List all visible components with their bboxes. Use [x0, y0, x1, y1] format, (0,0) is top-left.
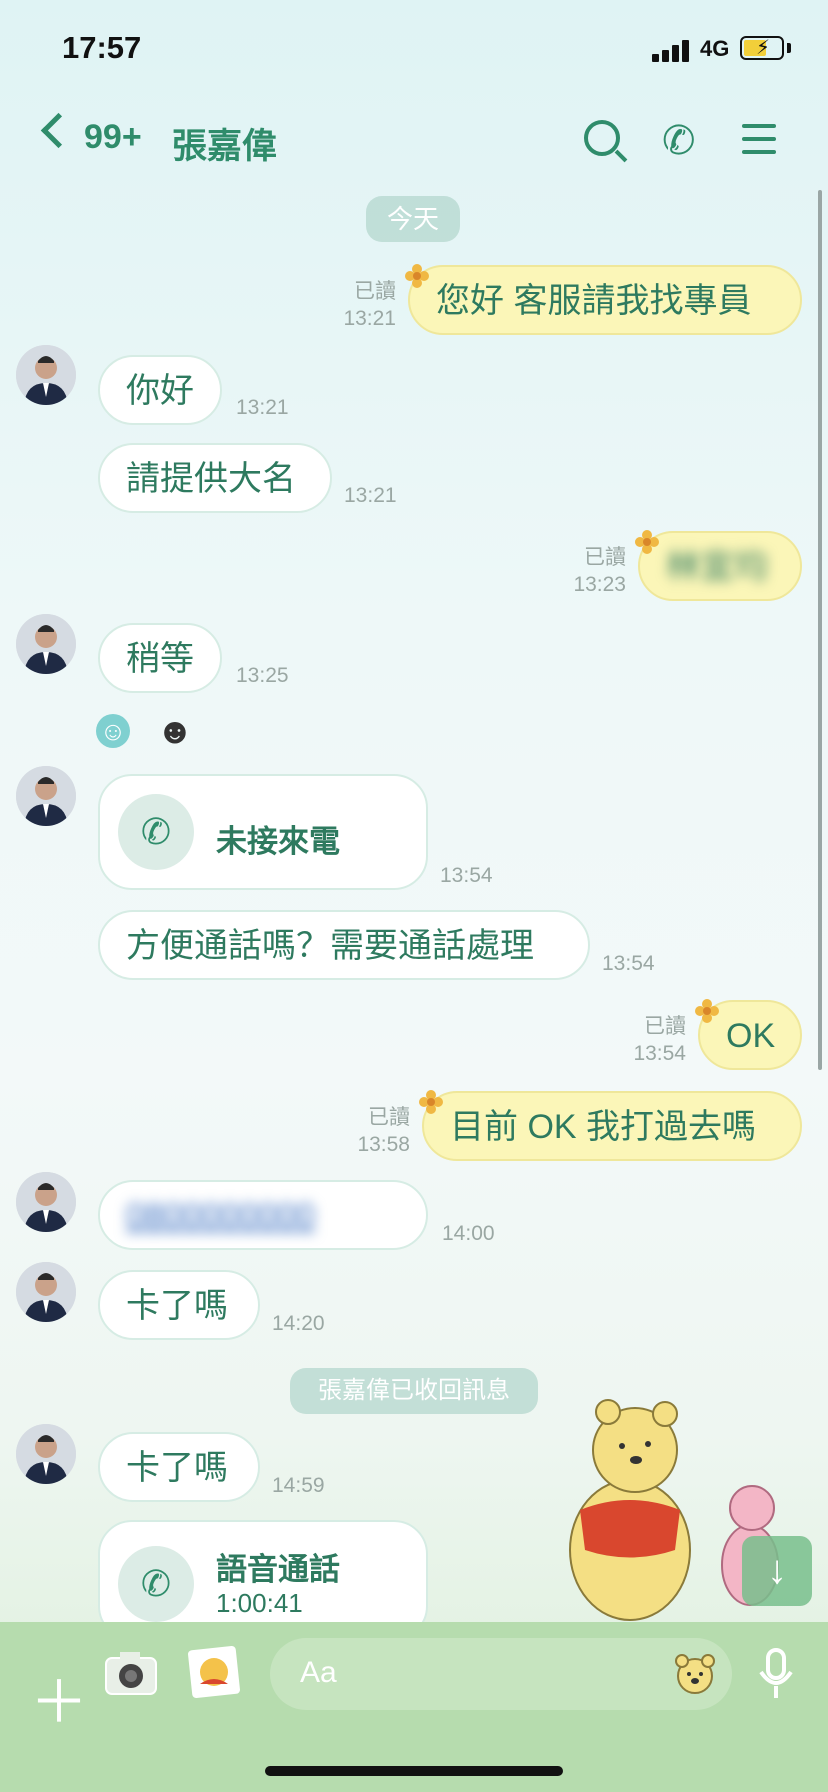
- date-divider: 今天: [366, 196, 460, 242]
- incoming-message-bubble[interactable]: 方便通話嗎？需要通話處理: [98, 910, 590, 980]
- read-receipt-block: 已讀 13:23: [560, 544, 626, 598]
- message-time: 14:00: [442, 1222, 495, 1245]
- message-time: 14:59: [272, 1474, 325, 1497]
- scrollbar[interactable]: [818, 190, 822, 1070]
- message-time: 13:21: [343, 307, 396, 330]
- reaction-sticker-icon[interactable]: ☻: [156, 710, 194, 752]
- message-time: 13:54: [633, 1042, 686, 1065]
- sticker-icon[interactable]: [672, 1652, 718, 1696]
- photo-gallery-icon[interactable]: [186, 1644, 242, 1700]
- incoming-message-bubble[interactable]: 卡了嗎: [98, 1270, 260, 1340]
- read-receipt-block: 已讀 13:54: [620, 1013, 686, 1067]
- read-label: 已讀: [644, 1015, 686, 1038]
- outgoing-message-bubble[interactable]: 您好 客服請我找專員: [408, 265, 802, 335]
- phone-call-icon[interactable]: ✆: [662, 118, 696, 164]
- unread-count[interactable]: 99+: [84, 118, 142, 157]
- flower-sticker-icon: [695, 999, 719, 1023]
- search-icon[interactable]: [584, 120, 620, 156]
- flower-sticker-icon: [635, 530, 659, 554]
- scroll-to-bottom-button[interactable]: ↓: [742, 1536, 812, 1606]
- outgoing-message-bubble[interactable]: 林宜均: [638, 531, 802, 601]
- read-receipt-block: 已讀 13:58: [344, 1104, 410, 1158]
- phone-link-bubble[interactable]: 0800000000: [98, 1180, 428, 1250]
- camera-icon[interactable]: [104, 1650, 158, 1696]
- home-indicator: [265, 1766, 563, 1776]
- contact-avatar[interactable]: [16, 1172, 76, 1232]
- message-time: 14:20: [272, 1312, 325, 1335]
- contact-avatar[interactable]: [16, 1424, 76, 1484]
- flower-sticker-icon: [405, 264, 429, 288]
- chat-title: 張嘉偉: [172, 127, 278, 166]
- phone-icon: ✆: [118, 1546, 194, 1622]
- phone-icon: ✆: [118, 794, 194, 870]
- missed-call-label: 未接來電: [216, 824, 340, 859]
- read-label: 已讀: [354, 280, 396, 303]
- incoming-message-bubble[interactable]: 稍等: [98, 623, 222, 693]
- message-time: 13:54: [602, 952, 655, 975]
- plus-icon[interactable]: ＋: [30, 1655, 88, 1739]
- battery-tip: [787, 43, 791, 53]
- status-time: 17:57: [62, 30, 142, 65]
- network-label: 4G: [700, 36, 730, 61]
- incoming-message-bubble[interactable]: 請提供大名: [98, 443, 332, 513]
- contact-avatar[interactable]: [16, 1262, 76, 1322]
- add-reaction-icon[interactable]: ☺: [96, 714, 130, 748]
- message-input-placeholder: Aa: [300, 1656, 337, 1689]
- retracted-message-notice: 張嘉偉已收回訊息: [290, 1368, 538, 1414]
- voice-call-title: 語音通話: [216, 1552, 340, 1587]
- flower-sticker-icon: [419, 1090, 443, 1114]
- menu-icon[interactable]: [742, 124, 776, 154]
- battery-icon: ⚡: [740, 36, 784, 60]
- outgoing-message-bubble[interactable]: 目前 OK 我打過去嗎: [422, 1091, 802, 1161]
- call-duration: 1:00:41: [216, 1588, 303, 1618]
- incoming-message-bubble[interactable]: 你好: [98, 355, 222, 425]
- message-time: 13:21: [236, 396, 289, 419]
- missed-call-card[interactable]: ✆ 未接來電: [98, 774, 428, 890]
- read-label: 已讀: [368, 1106, 410, 1129]
- message-time: 13:54: [440, 864, 493, 887]
- read-label: 已讀: [584, 546, 626, 569]
- contact-avatar[interactable]: [16, 766, 76, 826]
- back-chevron-icon[interactable]: [40, 112, 77, 149]
- message-input[interactable]: [270, 1638, 732, 1710]
- microphone-icon[interactable]: [758, 1648, 794, 1700]
- redacted-phone-link[interactable]: 0800000000: [126, 1197, 315, 1235]
- read-receipt-block: 已讀 13:21: [330, 278, 396, 332]
- message-time: 13:21: [344, 484, 397, 507]
- contact-avatar[interactable]: [16, 345, 76, 405]
- redacted-text: 林宜均: [666, 548, 768, 586]
- incoming-message-bubble[interactable]: 卡了嗎: [98, 1432, 260, 1502]
- message-time: 13:23: [573, 573, 626, 596]
- signal-icon: [652, 40, 690, 62]
- contact-avatar[interactable]: [16, 614, 76, 674]
- message-time: 13:25: [236, 664, 289, 687]
- message-time: 13:58: [357, 1133, 410, 1156]
